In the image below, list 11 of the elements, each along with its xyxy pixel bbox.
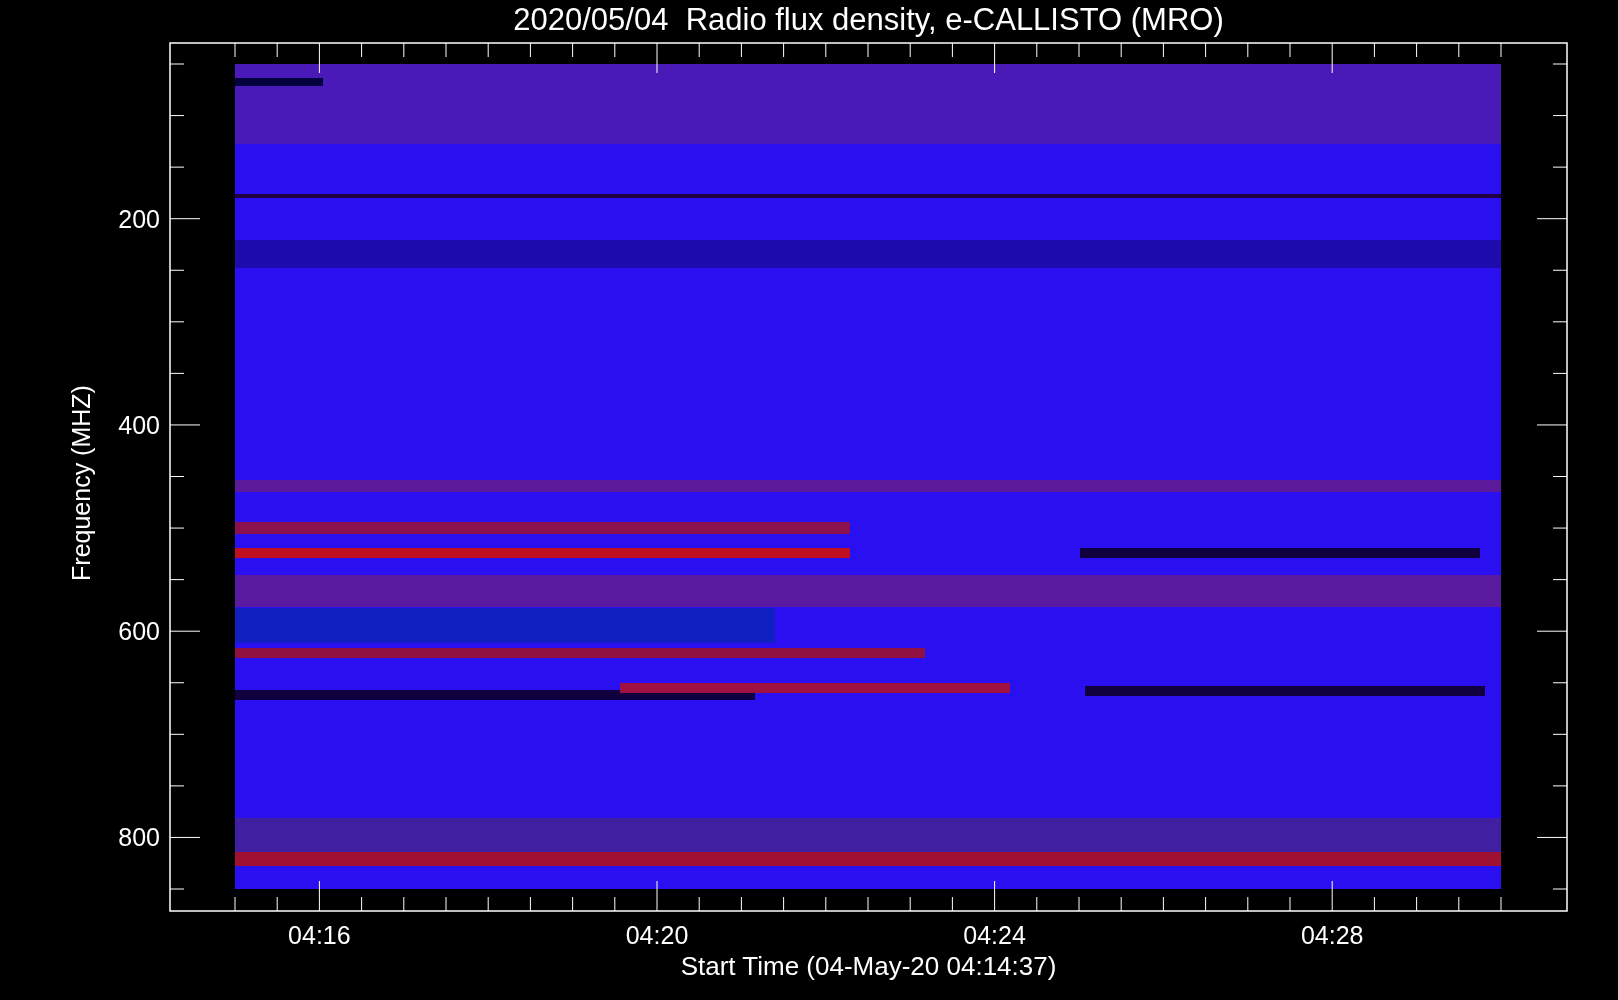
y-tick-label: 600 bbox=[118, 617, 160, 646]
y-tick-label: 200 bbox=[118, 204, 160, 233]
x-axis-label: Start Time (04-May-20 04:14:37) bbox=[680, 951, 1057, 981]
x-tick-label: 04:16 bbox=[288, 921, 351, 949]
y-tick-label: 800 bbox=[118, 823, 160, 852]
chart-title: 2020/05/04 Radio flux density, e-CALLISTO (MRO) bbox=[513, 2, 1224, 37]
x-tick-label: 04:20 bbox=[625, 921, 689, 949]
y-axis-label: Frequency (MHZ) bbox=[67, 385, 95, 581]
y-tick-label: 400 bbox=[118, 410, 160, 439]
x-tick-label: 04:24 bbox=[963, 921, 1026, 949]
x-tick-label: 04:28 bbox=[1300, 921, 1364, 949]
